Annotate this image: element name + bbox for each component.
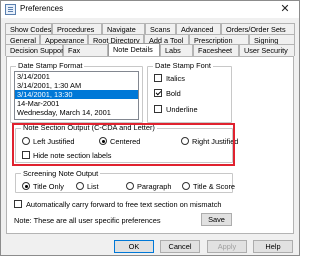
auto-carry-forward-checkbox[interactable] [14,200,22,208]
save-button[interactable]: Save [201,213,232,226]
paragraph-radio[interactable] [126,182,134,190]
list-item[interactable]: 3/14/2001 [15,72,138,81]
title-score-radio[interactable] [182,182,190,190]
list-radio[interactable] [76,182,84,190]
cancel-button[interactable]: Cancel [160,240,200,253]
paragraph-label: Paragraph [137,182,172,191]
underline-checkbox[interactable] [154,105,162,113]
preferences-icon [5,4,16,15]
date-stamp-format-title: Date Stamp Format [16,61,85,70]
tab-facesheet[interactable]: Facesheet [193,44,239,56]
list-item[interactable]: 14-Mar-2001 [15,99,138,108]
preferences-window: Preferences ✕ Show Codes Procedures Navi… [0,0,300,256]
user-preferences-note: Note: These are all user specific prefer… [14,216,161,225]
ok-button[interactable]: OK [114,240,154,253]
tab-fax[interactable]: Fax [63,44,108,56]
list-item[interactable]: Wednesday, March 14, 2001 [15,108,138,117]
annotation-highlight-box [12,123,235,166]
tab-user-security[interactable]: User Security [239,44,295,56]
title-only-label: Title Only [33,182,64,191]
apply-button[interactable]: Apply [207,240,247,253]
underline-label: Underline [166,105,198,114]
title-score-label: Title & Score [193,182,236,191]
date-stamp-font-title: Date Stamp Font [153,61,213,70]
tab-labs[interactable]: Labs [160,44,193,56]
screening-note-output-title: Screening Note Output [21,169,101,178]
bold-label: Bold [166,89,181,98]
auto-carry-forward-label: Automatically carry forward to free text… [26,200,222,209]
italics-checkbox[interactable] [154,74,162,82]
tab-decision-support[interactable]: Decision Support [5,44,66,56]
title-only-radio[interactable] [22,182,30,190]
tab-note-details[interactable]: Note Details [108,43,160,56]
italics-label: Italics [166,74,185,83]
bold-checkbox[interactable] [154,89,162,97]
list-item[interactable]: 3/14/2001, 1:30 AM [15,81,138,90]
list-label: List [87,182,99,191]
date-stamp-format-list[interactable]: 3/14/2001 3/14/2001, 1:30 AM 3/14/2001, … [14,71,139,120]
help-button[interactable]: Help [253,240,293,253]
list-item-selected[interactable]: 3/14/2001, 13:30 [15,90,138,99]
window-title: Preferences [20,4,64,13]
title-bar: Preferences ✕ [1,1,299,18]
close-button[interactable]: ✕ [271,1,299,18]
